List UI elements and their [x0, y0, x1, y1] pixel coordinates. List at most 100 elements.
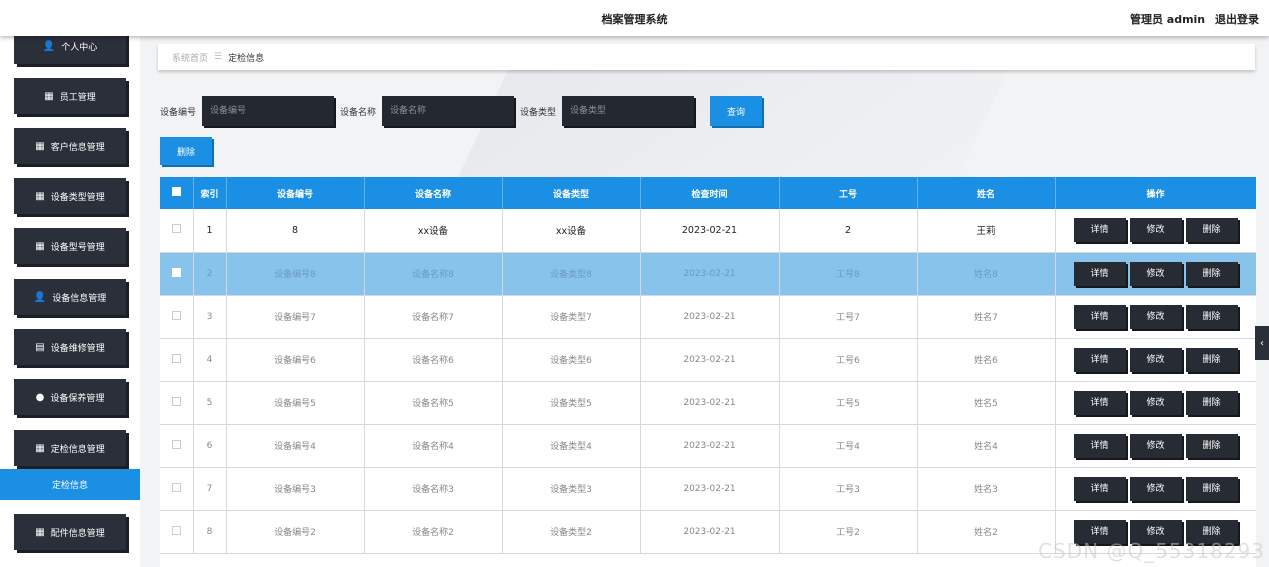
sidebar-item[interactable]: 👤 设备信息管理	[14, 279, 126, 315]
row-select-cell[interactable]	[160, 467, 194, 511]
app-title: 档案管理系统	[601, 13, 668, 26]
detail-button[interactable]: 详情	[1073, 347, 1126, 372]
edit-button[interactable]: 修改	[1129, 433, 1182, 458]
sidebar-item[interactable]: ▦ 员工管理	[14, 78, 126, 114]
sidebar-item[interactable]: ▦ 定检信息管理	[14, 430, 126, 466]
row-checkbox[interactable]	[171, 396, 181, 406]
main-content: 系统首页 ☰ 定检信息 设备编号 设备名称 设备类型 查询 删除 索引 设备编号…	[140, 36, 1269, 567]
sidebar-item[interactable]: ▤ 设备维修管理	[14, 329, 126, 365]
sidebar-item-label: 设备类型管理	[50, 192, 105, 203]
sidebar-subitem-active[interactable]: 定检信息	[0, 469, 140, 500]
delete-button[interactable]: 删除	[1185, 433, 1238, 458]
actions-cell: 详情 修改 删除	[1055, 467, 1256, 511]
row-checkbox[interactable]	[171, 353, 181, 363]
row-select-cell[interactable]	[160, 381, 194, 425]
select-all-checkbox[interactable]	[171, 187, 181, 196]
delete-button[interactable]: 删除	[1185, 304, 1238, 329]
sidebar: 👤 个人中心 ▦ 员工管理 ▦ 客户信息管理 ▦ 设备类型管理 ▦ 设备型号管理 👤 设备信息管理 ▤ 设…	[0, 36, 140, 567]
table-cell: 设备类型6	[502, 338, 641, 382]
table-row[interactable]: 6 设备编号4 设备名称4 设备类型4 2023-02-21 工号4 姓名4 详情 修改 删除	[160, 424, 1256, 468]
table-cell: 1	[193, 209, 227, 253]
table-cell: 2023-02-21	[640, 252, 780, 296]
table-cell: 设备类型5	[502, 381, 641, 425]
row-checkbox[interactable]	[171, 224, 181, 234]
sidebar-item[interactable]: ● 设备保养管理	[14, 379, 126, 415]
delete-button[interactable]: 删除	[1185, 347, 1238, 372]
edit-button[interactable]: 修改	[1129, 261, 1182, 286]
sidebar-item[interactable]: 👤 个人中心	[14, 36, 126, 64]
query-button[interactable]: 查询	[710, 96, 763, 126]
row-select-cell[interactable]	[160, 252, 194, 296]
detail-button[interactable]: 详情	[1073, 218, 1126, 243]
device-number-input[interactable]	[202, 96, 335, 126]
table-row[interactable]: 5 设备编号5 设备名称5 设备类型5 2023-02-21 工号5 姓名5 详情 修改 删除	[160, 381, 1256, 425]
detail-button[interactable]: 详情	[1073, 261, 1126, 286]
batch-delete-button[interactable]: 删除	[160, 137, 212, 165]
sidebar-item-label: 定检信息管理	[50, 444, 105, 455]
column-header: 设备编号	[226, 177, 365, 209]
table-row[interactable]: 3 设备编号7 设备名称7 设备类型7 2023-02-21 工号7 姓名7 详情 修改 删除	[160, 295, 1256, 339]
detail-button[interactable]: 详情	[1073, 304, 1126, 329]
sidebar-item-label: 客户信息管理	[50, 142, 105, 153]
search-bar: 设备编号 设备名称 设备类型 查询	[160, 96, 763, 126]
delete-button[interactable]: 删除	[1185, 476, 1238, 501]
table-row[interactable]: 2 设备编号8 设备名称8 设备类型8 2023-02-21 工号8 姓名8 详情 修改 删除	[160, 252, 1256, 296]
table-cell: xx设备	[364, 209, 503, 253]
table-cell: 设备名称8	[364, 252, 503, 296]
clipboard-icon: ▤	[35, 341, 45, 353]
detail-button[interactable]: 详情	[1073, 433, 1126, 458]
column-header: 索引	[193, 177, 227, 209]
column-header: 姓名	[917, 177, 1056, 209]
table-cell: 工号2	[779, 510, 918, 554]
breadcrumb-current: 定检信息	[228, 53, 265, 64]
table-row[interactable]: 1 8 xx设备 xx设备 2023-02-21 2 王莉 详情 修改 删除	[160, 209, 1256, 253]
table-cell: 设备类型8	[502, 252, 641, 296]
edit-button[interactable]: 修改	[1129, 390, 1182, 415]
table-cell: 工号7	[779, 295, 918, 339]
select-all-header[interactable]	[160, 177, 194, 209]
device-name-input[interactable]	[382, 96, 515, 126]
row-select-cell[interactable]	[160, 424, 194, 468]
detail-button[interactable]: 详情	[1073, 476, 1126, 501]
table-cell: 6	[193, 424, 227, 468]
device-type-input[interactable]	[562, 96, 695, 126]
edit-button[interactable]: 修改	[1129, 476, 1182, 501]
row-checkbox[interactable]	[171, 310, 181, 320]
row-checkbox[interactable]	[171, 482, 181, 492]
sidebar-item[interactable]: ▦ 设备类型管理	[14, 178, 126, 214]
sidebar-item[interactable]: ▦ 客户信息管理	[14, 128, 126, 164]
edit-button[interactable]: 修改	[1129, 218, 1182, 243]
row-select-cell[interactable]	[160, 209, 194, 253]
edit-button[interactable]: 修改	[1129, 304, 1182, 329]
row-checkbox[interactable]	[171, 439, 181, 449]
table-cell: 设备编号7	[226, 295, 365, 339]
breadcrumb-home[interactable]: 系统首页	[172, 51, 208, 64]
row-checkbox[interactable]	[171, 525, 181, 535]
sidebar-item-label: 设备维修管理	[50, 343, 105, 354]
row-select-cell[interactable]	[160, 510, 194, 554]
device-number-label: 设备编号	[160, 107, 197, 118]
table-row[interactable]: 4 设备编号6 设备名称6 设备类型6 2023-02-21 工号6 姓名6 详情 修改 删除	[160, 338, 1256, 382]
delete-button[interactable]: 删除	[1185, 261, 1238, 286]
sidebar-item[interactable]: ▦ 设备型号管理	[14, 228, 126, 264]
table-cell: 2023-02-21	[640, 338, 780, 382]
row-checkbox[interactable]	[171, 267, 181, 277]
sidebar-item[interactable]: ▦ 配件信息管理	[14, 514, 126, 550]
detail-button[interactable]: 详情	[1073, 390, 1126, 415]
row-select-cell[interactable]	[160, 295, 194, 339]
delete-button[interactable]: 删除	[1185, 218, 1238, 243]
table-cell: 设备编号8	[226, 252, 365, 296]
user-icon: 👤	[42, 40, 56, 52]
logout-link[interactable]: 退出登录	[1215, 13, 1259, 26]
table-cell: 工号8	[779, 252, 918, 296]
table-cell: 设备编号4	[226, 424, 365, 468]
row-select-cell[interactable]	[160, 338, 194, 382]
delete-button[interactable]: 删除	[1185, 390, 1238, 415]
edit-button[interactable]: 修改	[1129, 347, 1182, 372]
sidebar-item-label: 员工管理	[59, 92, 96, 103]
table-row[interactable]: 7 设备编号3 设备名称3 设备类型3 2023-02-21 工号3 姓名3 详情 修改 删除	[160, 467, 1256, 511]
collapse-panel-chevron-icon[interactable]: ‹	[1255, 326, 1269, 360]
table-cell: 设备类型3	[502, 467, 641, 511]
sidebar-item-label: 配件信息管理	[50, 528, 105, 539]
table-cell: 设备编号5	[226, 381, 365, 425]
